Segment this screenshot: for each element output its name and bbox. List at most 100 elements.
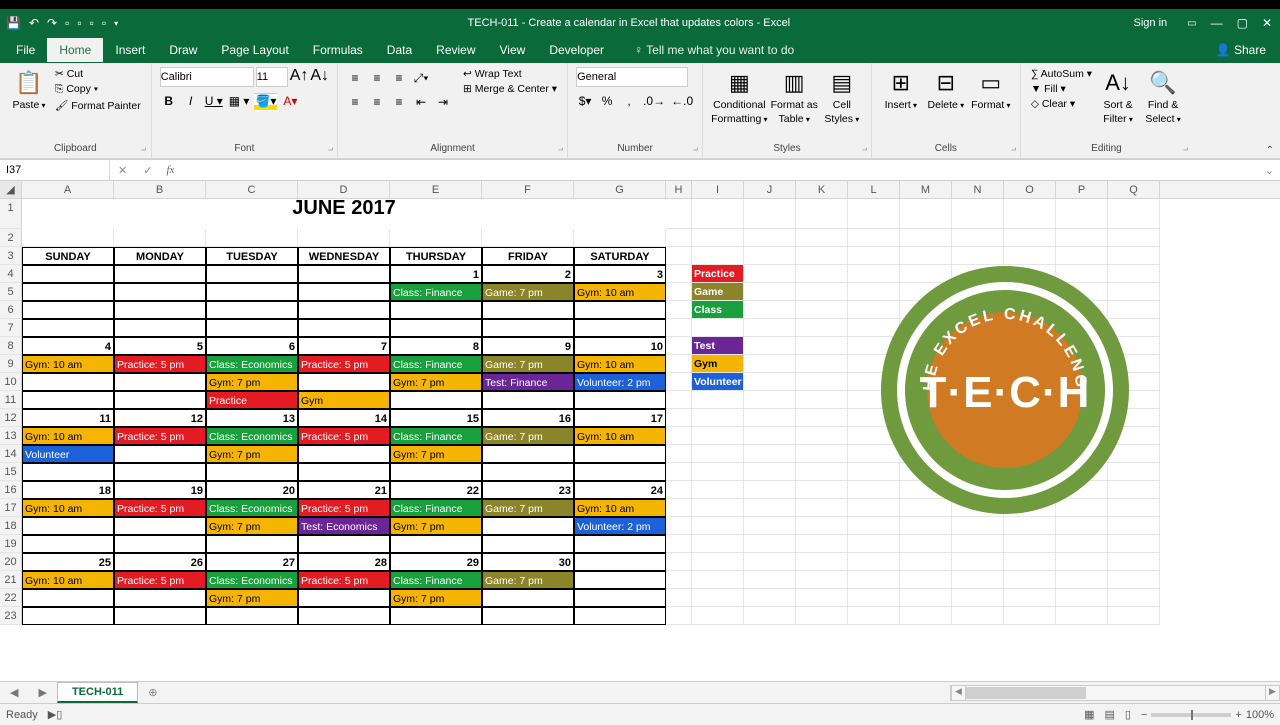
cell[interactable] — [574, 553, 666, 571]
row-header[interactable]: 8 — [0, 337, 22, 355]
cell[interactable]: Practice: 5 pm — [114, 355, 206, 373]
tab-draw[interactable]: Draw — [157, 38, 209, 62]
cell[interactable]: SATURDAY — [574, 247, 666, 265]
cell[interactable] — [666, 283, 692, 301]
cell[interactable]: Practice: 5 pm — [114, 499, 206, 517]
row-header[interactable]: 22 — [0, 589, 22, 607]
cell[interactable] — [952, 535, 1004, 553]
cell[interactable]: 26 — [114, 553, 206, 571]
cell[interactable] — [298, 229, 390, 247]
cell[interactable] — [900, 535, 952, 553]
cell[interactable]: Practice: 5 pm — [114, 427, 206, 445]
fill-button[interactable]: ▼ Fill ▾ — [1029, 82, 1094, 96]
cell[interactable] — [796, 481, 848, 499]
cell[interactable]: Class: Economics — [206, 427, 298, 445]
cell[interactable] — [22, 229, 114, 247]
row-header[interactable]: 5 — [0, 283, 22, 301]
cell[interactable] — [744, 391, 796, 409]
cell[interactable] — [744, 607, 796, 625]
cell[interactable] — [1004, 535, 1056, 553]
cell[interactable]: Game: 7 pm — [482, 499, 574, 517]
row-header[interactable]: 4 — [0, 265, 22, 283]
qa-icon[interactable]: ▫ — [65, 16, 69, 30]
cell[interactable] — [796, 355, 848, 373]
cell[interactable]: 19 — [114, 481, 206, 499]
cell[interactable] — [692, 481, 744, 499]
qa-icon[interactable]: ▫ — [90, 16, 94, 30]
add-sheet-icon[interactable]: ⊕ — [138, 686, 167, 699]
cell[interactable] — [796, 607, 848, 625]
cell[interactable]: Practice — [206, 391, 298, 409]
increase-font-icon[interactable]: A↑ — [290, 67, 309, 87]
cell[interactable] — [692, 589, 744, 607]
cell[interactable] — [1108, 589, 1160, 607]
cell[interactable] — [666, 427, 692, 445]
row-header[interactable]: 23 — [0, 607, 22, 625]
cell[interactable] — [796, 499, 848, 517]
cell[interactable] — [744, 355, 796, 373]
cell[interactable] — [796, 553, 848, 571]
cell[interactable] — [206, 301, 298, 319]
minimize-icon[interactable]: — — [1211, 16, 1223, 30]
cell[interactable] — [390, 319, 482, 337]
autosum-button[interactable]: ∑ AutoSum ▾ — [1029, 67, 1094, 81]
cell[interactable]: 29 — [390, 553, 482, 571]
cell[interactable] — [206, 283, 298, 301]
cell[interactable] — [692, 229, 744, 247]
cell[interactable]: 10 — [574, 337, 666, 355]
cell[interactable] — [206, 607, 298, 625]
cell[interactable] — [482, 229, 574, 247]
cell[interactable] — [482, 301, 574, 319]
cell[interactable]: WEDNESDAY — [298, 247, 390, 265]
cell[interactable] — [744, 445, 796, 463]
cell[interactable]: Practice: 5 pm — [298, 427, 390, 445]
cell[interactable] — [744, 499, 796, 517]
row-header[interactable]: 17 — [0, 499, 22, 517]
cell[interactable] — [744, 589, 796, 607]
cell[interactable]: Game: 7 pm — [482, 355, 574, 373]
cell[interactable] — [574, 463, 666, 481]
cell[interactable] — [22, 265, 114, 283]
cell[interactable]: Practice: 5 pm — [298, 355, 390, 373]
cell[interactable] — [574, 571, 666, 589]
row-header[interactable]: 19 — [0, 535, 22, 553]
row-header[interactable]: 18 — [0, 517, 22, 535]
row-header[interactable]: 21 — [0, 571, 22, 589]
align-right-icon[interactable]: ≡ — [390, 94, 408, 112]
dec-decimal-icon[interactable]: ←.0 — [670, 93, 694, 111]
cell[interactable] — [206, 319, 298, 337]
cell[interactable] — [900, 199, 952, 229]
cut-button[interactable]: ✂ Cut — [53, 67, 143, 81]
cell[interactable]: 2 — [482, 265, 574, 283]
cell[interactable]: Practice: 5 pm — [114, 571, 206, 589]
cell[interactable] — [848, 607, 900, 625]
cell[interactable] — [744, 409, 796, 427]
cell[interactable] — [666, 301, 692, 319]
cell[interactable]: SUNDAY — [22, 247, 114, 265]
align-left-icon[interactable]: ≡ — [346, 94, 364, 112]
cell[interactable] — [666, 463, 692, 481]
align-top-icon[interactable]: ≡ — [346, 70, 364, 88]
cell[interactable] — [1004, 199, 1056, 229]
redo-icon[interactable]: ↷ — [47, 16, 57, 30]
fill-color-button[interactable]: 🪣▾ — [254, 93, 277, 111]
row-header[interactable]: 12 — [0, 409, 22, 427]
cell[interactable] — [692, 445, 744, 463]
cell[interactable] — [744, 199, 796, 229]
cell[interactable] — [482, 391, 574, 409]
cell[interactable] — [574, 589, 666, 607]
cell[interactable]: Class: Economics — [206, 571, 298, 589]
cell[interactable] — [22, 301, 114, 319]
cell[interactable] — [574, 535, 666, 553]
cancel-formula-icon[interactable]: ✕ — [110, 164, 135, 177]
cell[interactable]: 5 — [114, 337, 206, 355]
cell[interactable]: Class: Finance — [390, 283, 482, 301]
row-header[interactable]: 3 — [0, 247, 22, 265]
cell[interactable] — [298, 445, 390, 463]
cell[interactable]: Class: Economics — [206, 499, 298, 517]
cell[interactable] — [952, 571, 1004, 589]
cell[interactable] — [1108, 535, 1160, 553]
cell[interactable] — [666, 589, 692, 607]
share-button[interactable]: 👤 Share — [1216, 43, 1276, 57]
zoom-in-icon[interactable]: + — [1235, 709, 1241, 721]
